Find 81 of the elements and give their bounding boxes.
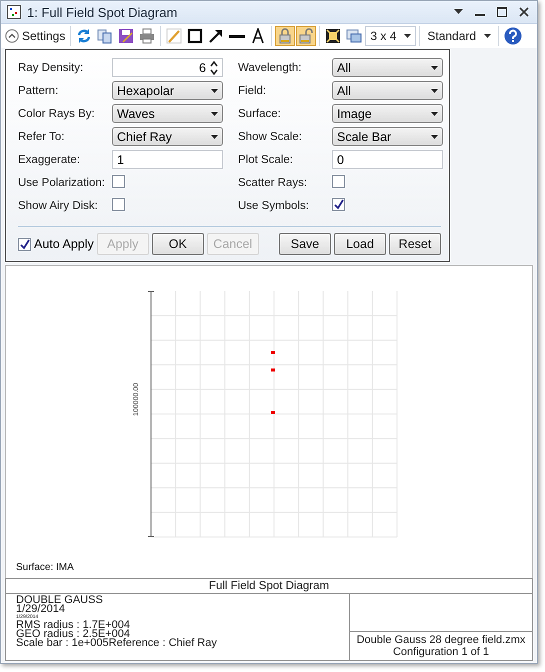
window-title: 1: Full Field Spot Diagram [27, 4, 178, 20]
caret-icon [211, 88, 218, 92]
windows-icon [346, 28, 362, 44]
caret-icon [211, 112, 218, 116]
close-icon[interactable] [519, 7, 529, 17]
spot [271, 351, 275, 354]
rectangle-icon [187, 28, 204, 44]
file-name: Double Gauss 28 degree field.zmx [356, 634, 526, 646]
save-icon [118, 28, 134, 44]
chevron-up-icon [5, 29, 19, 43]
checkbox-label: Auto Apply [34, 237, 94, 251]
caret-icon [431, 112, 438, 116]
field-label: Wavelength: [238, 62, 302, 74]
caret-icon [431, 88, 438, 92]
dropdown[interactable]: Scale Bar [332, 127, 443, 146]
report-line: Scale bar : 1e+005Reference : Chief Ray [16, 639, 218, 648]
field-label: Plot Scale: [238, 154, 294, 166]
field-label: Use Polarization: [18, 176, 106, 188]
spot [271, 368, 275, 372]
dialog-button[interactable]: OK [152, 233, 204, 255]
caret-icon [404, 34, 412, 38]
dropdown[interactable]: Chief Ray [112, 127, 223, 146]
field-label: Use Symbols: [238, 200, 310, 212]
field-label: Ray Density: [18, 62, 84, 74]
report-line: RMS radius : 1.7E+004 [16, 621, 132, 630]
checkbox[interactable] [112, 198, 125, 210]
field-label: Pattern: [18, 84, 60, 96]
report-line: 1/29/2014 [16, 605, 65, 614]
text-tool-icon [250, 28, 266, 44]
refresh-icon [76, 28, 92, 44]
configuration-label: Configuration 1 of 1 [392, 646, 490, 658]
app-icon [7, 5, 21, 19]
dropdown[interactable]: All [332, 81, 443, 100]
input-field[interactable]: 1 [112, 150, 223, 169]
input-field[interactable]: 0 [332, 150, 443, 169]
unlock-button[interactable] [296, 26, 316, 46]
caret-icon [484, 34, 492, 38]
field-label: Scatter Rays: [238, 176, 308, 188]
caret-icon [211, 134, 218, 138]
dialog-button[interactable]: Reset [389, 233, 441, 255]
preset-dropdown[interactable]: Standard [423, 26, 496, 46]
arrow-icon [208, 28, 224, 44]
unlock-icon [298, 28, 314, 44]
field-label: Color Rays By: [18, 108, 96, 120]
lock-icon [277, 28, 294, 44]
dropdown[interactable]: Waves [112, 104, 223, 123]
dropdown[interactable]: All [332, 58, 443, 77]
field-label: Show Scale: [238, 130, 303, 142]
expand-icon [325, 28, 342, 44]
spot [271, 411, 275, 414]
spinner-icon[interactable] [210, 60, 218, 74]
checkbox[interactable] [112, 174, 125, 188]
dropdown-caret-icon[interactable] [454, 9, 463, 15]
dropdown[interactable]: Image [332, 104, 443, 123]
field-label: Show Airy Disk: [18, 200, 99, 212]
report-title: Full Field Spot Diagram [6, 579, 532, 594]
dialog-button[interactable]: Load [334, 233, 386, 255]
checkbox[interactable] [332, 174, 345, 188]
field-label: Surface: [238, 108, 282, 120]
spin-field[interactable]: 6 [112, 58, 223, 77]
caret-icon [431, 134, 438, 138]
checkbox[interactable] [18, 238, 31, 250]
maximize-icon[interactable] [497, 7, 507, 17]
lock-button[interactable] [275, 26, 296, 46]
dropdown[interactable]: Hexapolar [112, 81, 223, 100]
help-button[interactable] [502, 25, 524, 47]
field-label: Refer To: [18, 130, 66, 142]
layout-dropdown[interactable]: 3 x 4 [365, 26, 416, 46]
help-icon [504, 27, 522, 45]
pencil-icon [166, 28, 182, 44]
field-label: Exaggerate: [18, 154, 82, 166]
report-line: GEO radius : 2.5E+004 [16, 630, 130, 639]
field-label: Field: [238, 84, 268, 96]
checkbox[interactable] [332, 198, 345, 210]
copy-icon [97, 28, 114, 44]
caret-icon [431, 66, 438, 70]
settings-button[interactable]: Settings [3, 27, 68, 45]
printer-icon [139, 28, 156, 44]
report-line: DOUBLE GAUSS [16, 596, 104, 605]
surface-label: Surface: IMA [16, 562, 74, 573]
dialog-button[interactable]: Save [279, 233, 331, 255]
